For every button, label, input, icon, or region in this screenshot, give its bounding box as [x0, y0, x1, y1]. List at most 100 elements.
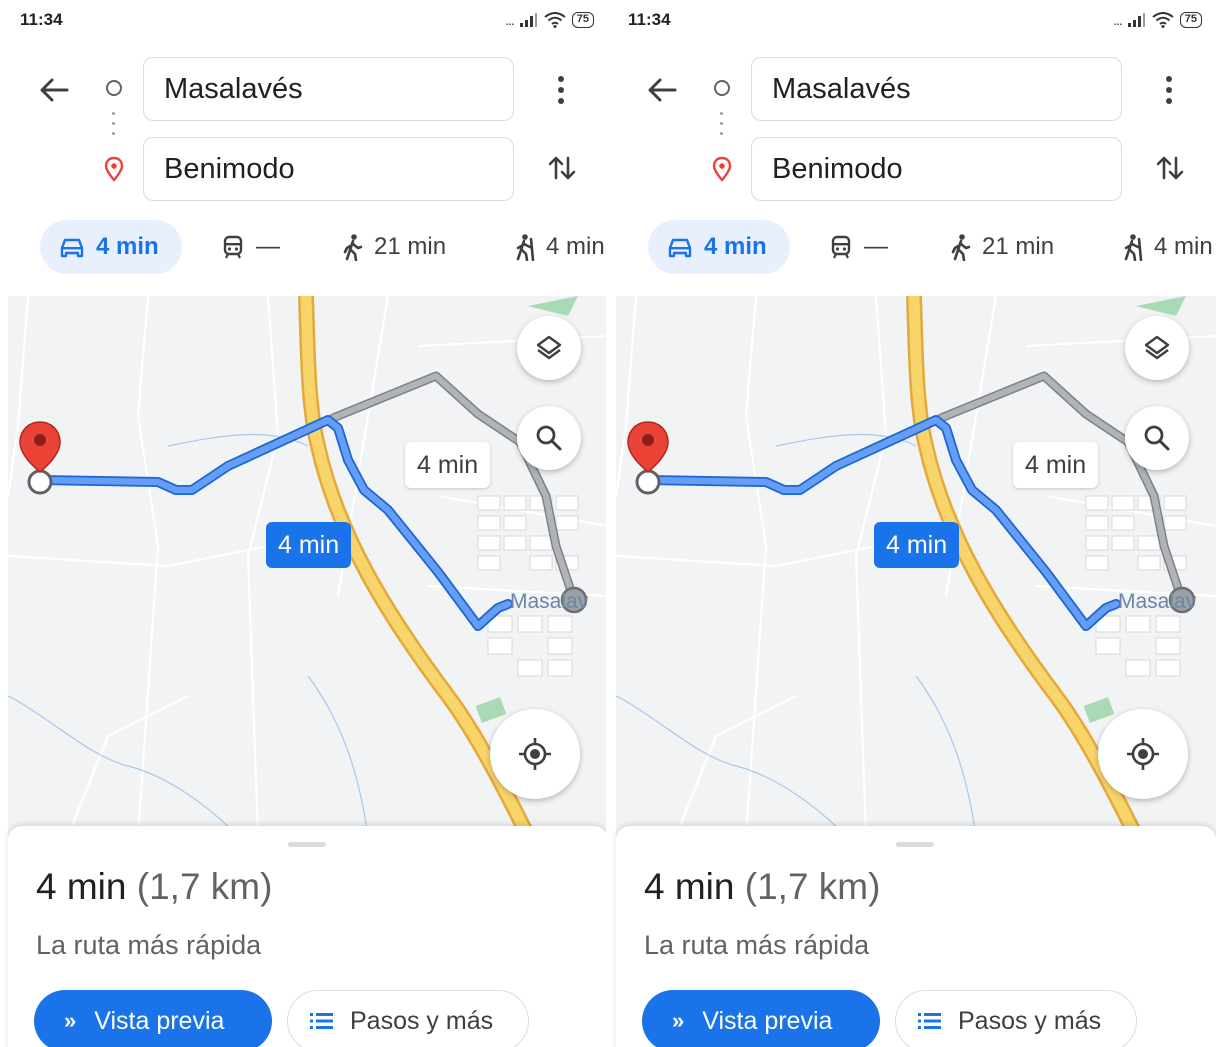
travel-mode-tabs: 4 min — 21 min 4 min — [608, 220, 1216, 276]
my-location-icon — [1127, 738, 1159, 770]
status-time: 11:34 — [20, 10, 63, 29]
wifi-icon — [544, 12, 566, 28]
phone-screen-right: 11:34 ... 75 Masalavés Benimodo 4 min — … — [608, 0, 1216, 1047]
tab-transit[interactable]: — — [828, 220, 888, 274]
travel-mode-tabs: 4 min — 21 min 4 min — [0, 220, 608, 276]
preview-button-label: Vista previa — [94, 1006, 225, 1035]
train-icon — [223, 235, 243, 259]
signal-dots: ... — [1113, 12, 1123, 28]
status-icons: ... 75 — [1113, 10, 1202, 30]
origin-circle-icon — [106, 80, 122, 96]
tab-drive[interactable]: 4 min — [40, 220, 182, 274]
walk-icon — [951, 234, 971, 261]
layers-button[interactable] — [1125, 316, 1189, 380]
map-view[interactable]: 4 min 4 min Masalav — [8, 296, 608, 836]
route-summary-sheet[interactable]: 4 min (1,7 km) La ruta más rápida » Vist… — [8, 826, 608, 1047]
back-arrow-icon — [648, 78, 677, 102]
route-connector-dots — [720, 112, 724, 146]
search-icon — [536, 425, 562, 451]
ride-icon — [516, 234, 535, 261]
destination-field[interactable]: Benimodo — [143, 137, 514, 201]
list-icon — [918, 1013, 941, 1029]
selected-route-time-label[interactable]: 4 min — [266, 522, 352, 568]
back-button[interactable] — [642, 72, 682, 108]
alternative-route-time-label[interactable]: 4 min — [405, 442, 491, 488]
route-subtitle: La ruta más rápida — [644, 930, 870, 960]
drive-time: 4 min — [96, 233, 159, 260]
my-location-icon — [519, 738, 551, 770]
search-along-route-button[interactable] — [1125, 406, 1189, 470]
origin-field[interactable]: Masalavés — [143, 57, 514, 121]
signal-dots: ... — [505, 12, 515, 28]
layers-icon — [1144, 335, 1170, 360]
route-summary-sheet[interactable]: 4 min (1,7 km) La ruta más rápida » Vist… — [616, 826, 1216, 1047]
back-arrow-icon — [40, 78, 69, 102]
signal-icon — [1127, 13, 1145, 27]
drive-time: 4 min — [704, 233, 767, 260]
sheet-drag-handle[interactable] — [288, 842, 326, 847]
swap-icon[interactable] — [1152, 150, 1188, 186]
car-icon — [668, 238, 692, 258]
train-icon — [831, 235, 851, 259]
wifi-icon — [1152, 12, 1174, 28]
selected-route-time-label[interactable]: 4 min — [874, 522, 960, 568]
more-options-button[interactable] — [1153, 70, 1185, 110]
list-icon — [310, 1013, 333, 1029]
destination-field[interactable]: Benimodo — [751, 137, 1122, 201]
my-location-button[interactable] — [490, 709, 580, 799]
ride-icon — [1124, 234, 1143, 261]
layers-button[interactable] — [517, 316, 581, 380]
steps-button-label: Pasos y más — [350, 1006, 494, 1035]
chevron-double-right-icon: » — [64, 1008, 77, 1033]
steps-button-label: Pasos y más — [958, 1006, 1102, 1035]
sheet-drag-handle[interactable] — [896, 842, 934, 847]
status-bar: 11:34 ... 75 — [0, 0, 608, 40]
more-options-button[interactable] — [545, 70, 577, 110]
preview-button[interactable]: » Vista previa — [642, 990, 880, 1047]
chevron-double-right-icon: » — [672, 1008, 685, 1033]
destination-pin-icon — [104, 156, 124, 182]
battery-indicator: 75 — [1179, 12, 1202, 28]
search-icon — [1144, 425, 1170, 451]
ride-time: 4 min — [546, 233, 605, 260]
route-summary: 4 min (1,7 km) — [644, 866, 880, 908]
transit-time: — — [864, 233, 888, 260]
status-bar: 11:34 ... 75 — [608, 0, 1216, 40]
preview-button-label: Vista previa — [702, 1006, 833, 1035]
swap-icon[interactable] — [544, 150, 580, 186]
search-along-route-button[interactable] — [517, 406, 581, 470]
tab-walk[interactable]: 21 min — [342, 220, 446, 274]
alternative-route-time-label[interactable]: 4 min — [1013, 442, 1099, 488]
route-duration: 4 min — [644, 866, 735, 907]
map-view[interactable]: 4 min 4 min Masalav — [616, 296, 1216, 836]
tab-transit[interactable]: — — [220, 220, 280, 274]
walk-time: 21 min — [374, 233, 447, 260]
transit-time: — — [256, 233, 280, 260]
signal-icon — [519, 13, 537, 27]
origin-circle-icon — [714, 80, 730, 96]
ride-time: 4 min — [1154, 233, 1213, 260]
steps-button[interactable]: Pasos y más — [287, 990, 529, 1047]
route-distance: (1,7 km) — [136, 866, 273, 907]
route-duration: 4 min — [36, 866, 127, 907]
route-subtitle: La ruta más rápida — [36, 930, 262, 960]
status-icons: ... 75 — [505, 10, 594, 30]
tab-drive[interactable]: 4 min — [648, 220, 790, 274]
town-label: Masalav — [1118, 590, 1197, 613]
tab-ride[interactable]: 4 min — [1120, 220, 1213, 274]
layers-icon — [536, 335, 562, 360]
tab-walk[interactable]: 21 min — [950, 220, 1054, 274]
destination-pin-icon — [712, 156, 732, 182]
battery-indicator: 75 — [571, 12, 594, 28]
back-button[interactable] — [34, 72, 74, 108]
origin-field[interactable]: Masalavés — [751, 57, 1122, 121]
tab-ride[interactable]: 4 min — [512, 220, 605, 274]
walk-icon — [343, 234, 363, 261]
preview-button[interactable]: » Vista previa — [34, 990, 272, 1047]
status-time: 11:34 — [628, 10, 671, 29]
steps-button[interactable]: Pasos y más — [895, 990, 1137, 1047]
walk-time: 21 min — [982, 233, 1055, 260]
my-location-button[interactable] — [1098, 709, 1188, 799]
screens-container: 11:34 ... 75 Masalavés Benimodo 4 min — … — [0, 0, 1216, 1047]
route-summary: 4 min (1,7 km) — [36, 866, 272, 908]
